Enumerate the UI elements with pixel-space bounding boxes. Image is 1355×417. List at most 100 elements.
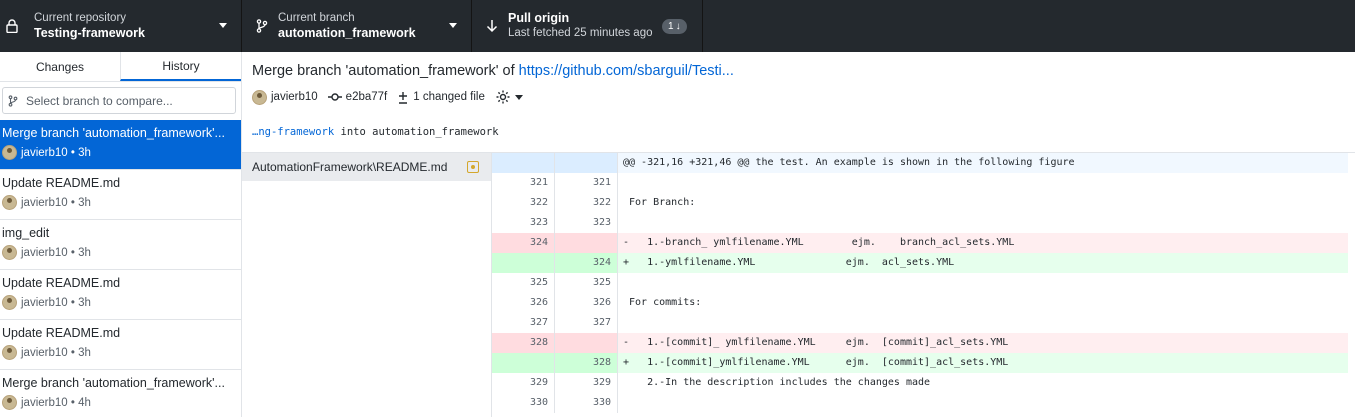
commit-list-item[interactable]: Update README.md javierb10 • 3h <box>0 270 241 320</box>
modified-icon <box>467 161 479 173</box>
branch-compare-filter[interactable] <box>2 87 236 114</box>
line-content: For Branch: <box>623 197 696 208</box>
line-content: For commits: <box>623 297 702 308</box>
new-line-number <box>555 233 618 253</box>
line-content <box>618 393 1348 413</box>
commit-list-item[interactable]: Merge branch 'automation_framework'... j… <box>0 120 241 170</box>
commit-list: Merge branch 'automation_framework'... j… <box>0 120 241 417</box>
diff-line: 325 325 <box>492 273 1348 293</box>
pull-label: Pull origin <box>508 11 570 25</box>
hunk-header-text: @@ -321,16 +321,46 @@ the test. An examp… <box>618 153 1348 173</box>
avatar <box>2 395 17 410</box>
new-line-number <box>555 333 618 353</box>
diff-line: 327 327 <box>492 313 1348 333</box>
commit-meta: javierb10 • 3h <box>21 196 91 209</box>
changed-files-list: AutomationFramework\README.md <box>242 153 492 417</box>
old-line-number: 321 <box>492 173 555 193</box>
commit-list-item[interactable]: Update README.md javierb10 • 3h <box>0 170 241 220</box>
commit-meta: javierb10 • 3h <box>21 246 91 259</box>
line-content <box>618 313 1348 333</box>
old-line-number: 328 <box>492 333 555 353</box>
diff-view: @@ -321,16 +321,46 @@ the test. An examp… <box>492 153 1348 417</box>
old-line-number: 327 <box>492 313 555 333</box>
diff-line: 326 326 For commits: <box>492 293 1348 313</box>
commit-summary-link[interactable]: https://github.com/sbarguil/Testi... <box>519 63 734 79</box>
lock-icon <box>4 18 20 34</box>
sidebar-tabs: Changes History <box>0 52 241 82</box>
line-content <box>618 273 1348 293</box>
commit-title: Update README.md <box>2 176 121 190</box>
branch-icon <box>8 94 22 107</box>
new-line-number: 325 <box>555 273 618 293</box>
old-line-number: 323 <box>492 213 555 233</box>
old-line-number <box>492 153 555 173</box>
repository-label: Current repository <box>34 12 127 24</box>
diff-line-added: 324 + 1.-ymlfilename.YML ejm. acl_sets.YM… <box>492 253 1348 273</box>
branch-selector[interactable]: Current branch automation_framework <box>242 0 472 52</box>
new-line-number <box>555 153 618 173</box>
branch-compare-input[interactable] <box>26 93 226 108</box>
repository-name: Testing-framework <box>34 26 145 40</box>
tab-changes[interactable]: Changes <box>0 52 120 81</box>
description-text: into automation_framework <box>334 126 499 138</box>
pull-count-badge: 1 ↓ <box>662 19 687 34</box>
line-content: + 1.-ymlfilename.YML ejm. acl_sets.YML <box>618 253 1348 273</box>
new-line-number: 329 <box>555 373 618 393</box>
commit-list-item[interactable]: Update README.md javierb10 • 3h <box>0 320 241 370</box>
line-content <box>618 213 1348 233</box>
diff-line: 321 321 <box>492 173 1348 193</box>
diff-line-added: 328 + 1.-[commit]_ymlfilename.YML ejm. [c… <box>492 353 1348 373</box>
avatar <box>2 145 17 160</box>
diff-line-deleted: 328 - 1.-[commit]_ ymlfilename.YML ejm. [… <box>492 333 1348 353</box>
branch-icon <box>254 18 270 34</box>
old-line-number: 322 <box>492 193 555 213</box>
new-line-number: 324 <box>555 253 618 273</box>
diff-line: 322 322 For Branch: <box>492 193 1348 213</box>
repository-selector[interactable]: Current repository Testing-framework <box>0 0 242 52</box>
new-line-number: 323 <box>555 213 618 233</box>
diff-line: 330 330 <box>492 393 1348 413</box>
commit-title: Update README.md <box>2 276 121 290</box>
arrow-down-icon: ↓ <box>675 21 681 32</box>
diff-line-deleted: 324 - 1.-branch_ ymlfilename.YML ejm. bra… <box>492 233 1348 253</box>
avatar <box>252 89 267 105</box>
commit-meta: javierb10 • 3h <box>21 346 91 359</box>
description-expand[interactable]: …ng-framework <box>252 126 334 138</box>
line-content: + 1.-[commit]_ymlfilename.YML ejm. [comm… <box>618 353 1348 373</box>
commit-list-item[interactable]: Merge branch 'automation_framework'... j… <box>0 370 241 417</box>
tab-history[interactable]: History <box>120 52 241 81</box>
caret-down-icon <box>514 94 523 100</box>
old-line-number: 326 <box>492 293 555 313</box>
commit-sha[interactable]: e2ba77f <box>346 91 388 103</box>
new-line-number: 327 <box>555 313 618 333</box>
old-line-number: 324 <box>492 233 555 253</box>
commit-title: Merge branch 'automation_framework'... <box>2 126 225 140</box>
commit-title: img_edit <box>2 226 50 240</box>
branch-name: automation_framework <box>278 26 416 40</box>
chevron-down-icon <box>449 23 457 28</box>
diff-line: 323 323 <box>492 213 1348 233</box>
commit-title: Merge branch 'automation_framework'... <box>2 376 225 390</box>
diff-settings-button[interactable] <box>495 89 523 105</box>
commit-list-item[interactable]: img_edit javierb10 • 3h <box>0 220 241 270</box>
commit-description: …ng-framework into automation_framework <box>252 126 499 138</box>
file-path: AutomationFramework\README.md <box>252 160 448 174</box>
changed-files-count: 1 changed file <box>413 91 485 103</box>
commit-author: javierb10 <box>271 91 318 103</box>
line-content: - 1.-[commit]_ ymlfilename.YML ejm. [com… <box>618 333 1348 353</box>
commit-summary: Merge branch 'automation_framework' of h… <box>252 63 734 79</box>
commit-meta: javierb10 • 3h <box>21 296 91 309</box>
avatar <box>2 295 17 310</box>
sidebar: Changes History Merge branch 'automation… <box>0 52 242 417</box>
old-line-number: 330 <box>492 393 555 413</box>
last-fetched: Last fetched 25 minutes ago <box>508 27 653 39</box>
file-item[interactable]: AutomationFramework\README.md <box>242 153 491 181</box>
new-line-number: 330 <box>555 393 618 413</box>
pull-origin-button[interactable]: Pull origin Last fetched 25 minutes ago … <box>472 0 703 52</box>
branch-label: Current branch <box>278 12 355 24</box>
old-line-number: 325 <box>492 273 555 293</box>
line-content: 2.-In the description includes the chang… <box>623 377 931 388</box>
new-line-number: 326 <box>555 293 618 313</box>
new-line-number: 321 <box>555 173 618 193</box>
commit-meta: javierb10 • 3h <box>21 146 91 159</box>
